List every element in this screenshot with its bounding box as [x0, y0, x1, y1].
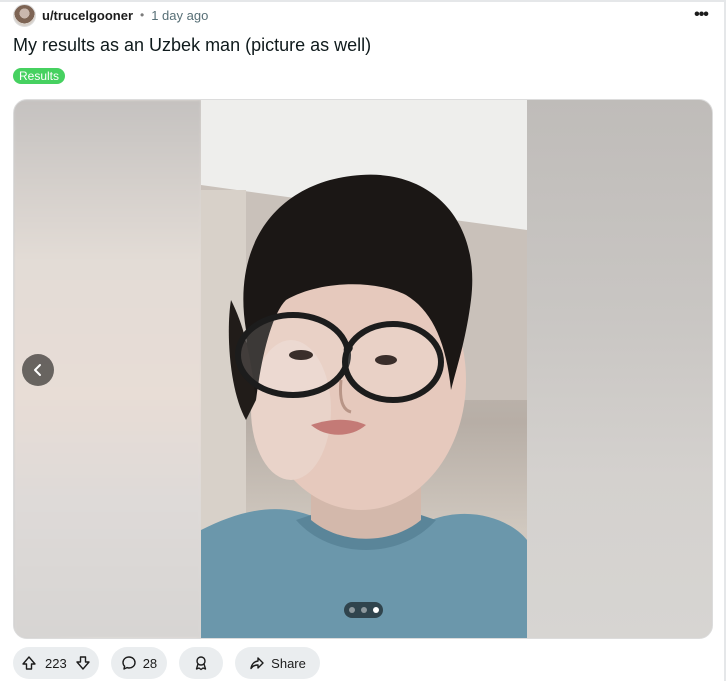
avatar[interactable] [13, 3, 36, 27]
gallery[interactable] [13, 99, 713, 639]
top-divider [0, 0, 726, 2]
gallery-prev-button[interactable] [22, 354, 54, 386]
post-actions: 223 28 Share [13, 647, 320, 679]
separator-dot: • [140, 8, 145, 22]
comments-button[interactable]: 28 [110, 647, 168, 679]
comment-count: 28 [142, 655, 158, 671]
vote-control: 223 [13, 647, 99, 679]
pager-dot-2[interactable] [360, 607, 367, 613]
pager-dot-3[interactable] [372, 607, 379, 613]
vote-score: 223 [45, 655, 67, 671]
award-button[interactable] [179, 647, 224, 679]
upvote-icon[interactable] [21, 655, 37, 671]
share-label: Share [271, 655, 306, 671]
username-link[interactable]: u/trucelgooner [42, 8, 133, 23]
gallery-image[interactable] [201, 100, 527, 638]
comment-icon [121, 655, 137, 671]
more-options-button[interactable]: ••• [689, 3, 713, 27]
more-icon: ••• [694, 6, 709, 23]
chevron-left-icon [34, 364, 41, 376]
post-header: u/trucelgooner • 1 day ago ••• [13, 3, 713, 27]
share-icon [249, 655, 265, 671]
downvote-icon[interactable] [75, 655, 91, 671]
gallery-pager [344, 602, 383, 618]
pager-dot-1[interactable] [348, 607, 355, 613]
share-button[interactable]: Share [235, 647, 320, 679]
selfie-illustration [201, 100, 527, 638]
flair-badge[interactable]: Results [13, 68, 66, 84]
award-icon [193, 655, 209, 671]
gallery-blur-right [525, 100, 712, 638]
post-title[interactable]: My results as an Uzbek man (picture as w… [13, 35, 371, 56]
post-time: 1 day ago [151, 7, 209, 23]
